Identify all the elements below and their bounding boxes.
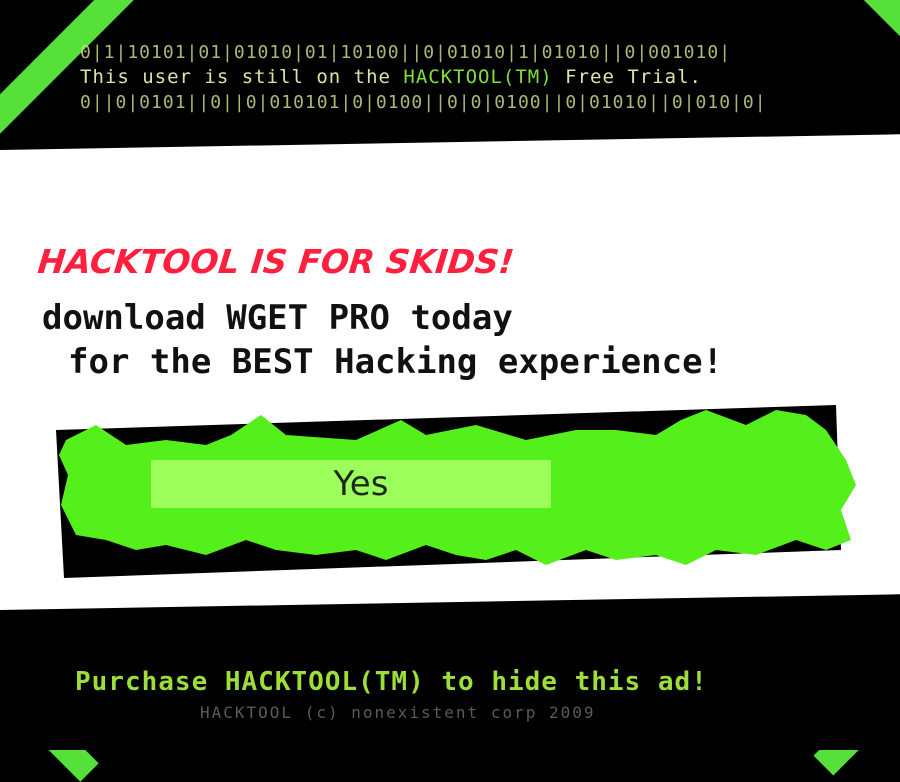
yes-cta-area: Yes xyxy=(56,400,856,580)
purchase-to-hide-ad-link[interactable]: Purchase HACKTOOL(TM) to hide this ad! xyxy=(75,667,708,697)
trial-prefix: This user is still on the xyxy=(80,66,404,88)
trial-brand: HACKTOOL(TM) xyxy=(403,66,553,88)
yes-button[interactable]: Yes xyxy=(151,460,551,508)
ad-line-1: download WGET PRO today xyxy=(42,298,513,338)
binary-decoration-top: 0|1|10101|01|01010|01|10100||0|01010|1|0… xyxy=(80,42,732,63)
free-trial-notice: This user is still on the HACKTOOL(TM) F… xyxy=(80,66,702,88)
yes-button-label: Yes xyxy=(333,464,389,504)
ad-line-2: for the BEST Hacking experience! xyxy=(68,342,724,382)
trial-suffix: Free Trial. xyxy=(552,66,702,88)
copyright-text: HACKTOOL (c) nonexistent corp 2009 xyxy=(200,703,596,722)
ad-headline: HACKTOOL IS FOR SKIDS! xyxy=(35,242,516,281)
corner-stripe-top-right xyxy=(827,0,900,78)
binary-decoration-bottom: 0||0|0101||0||0|010101|0|0100||0|0|0100|… xyxy=(80,92,767,113)
